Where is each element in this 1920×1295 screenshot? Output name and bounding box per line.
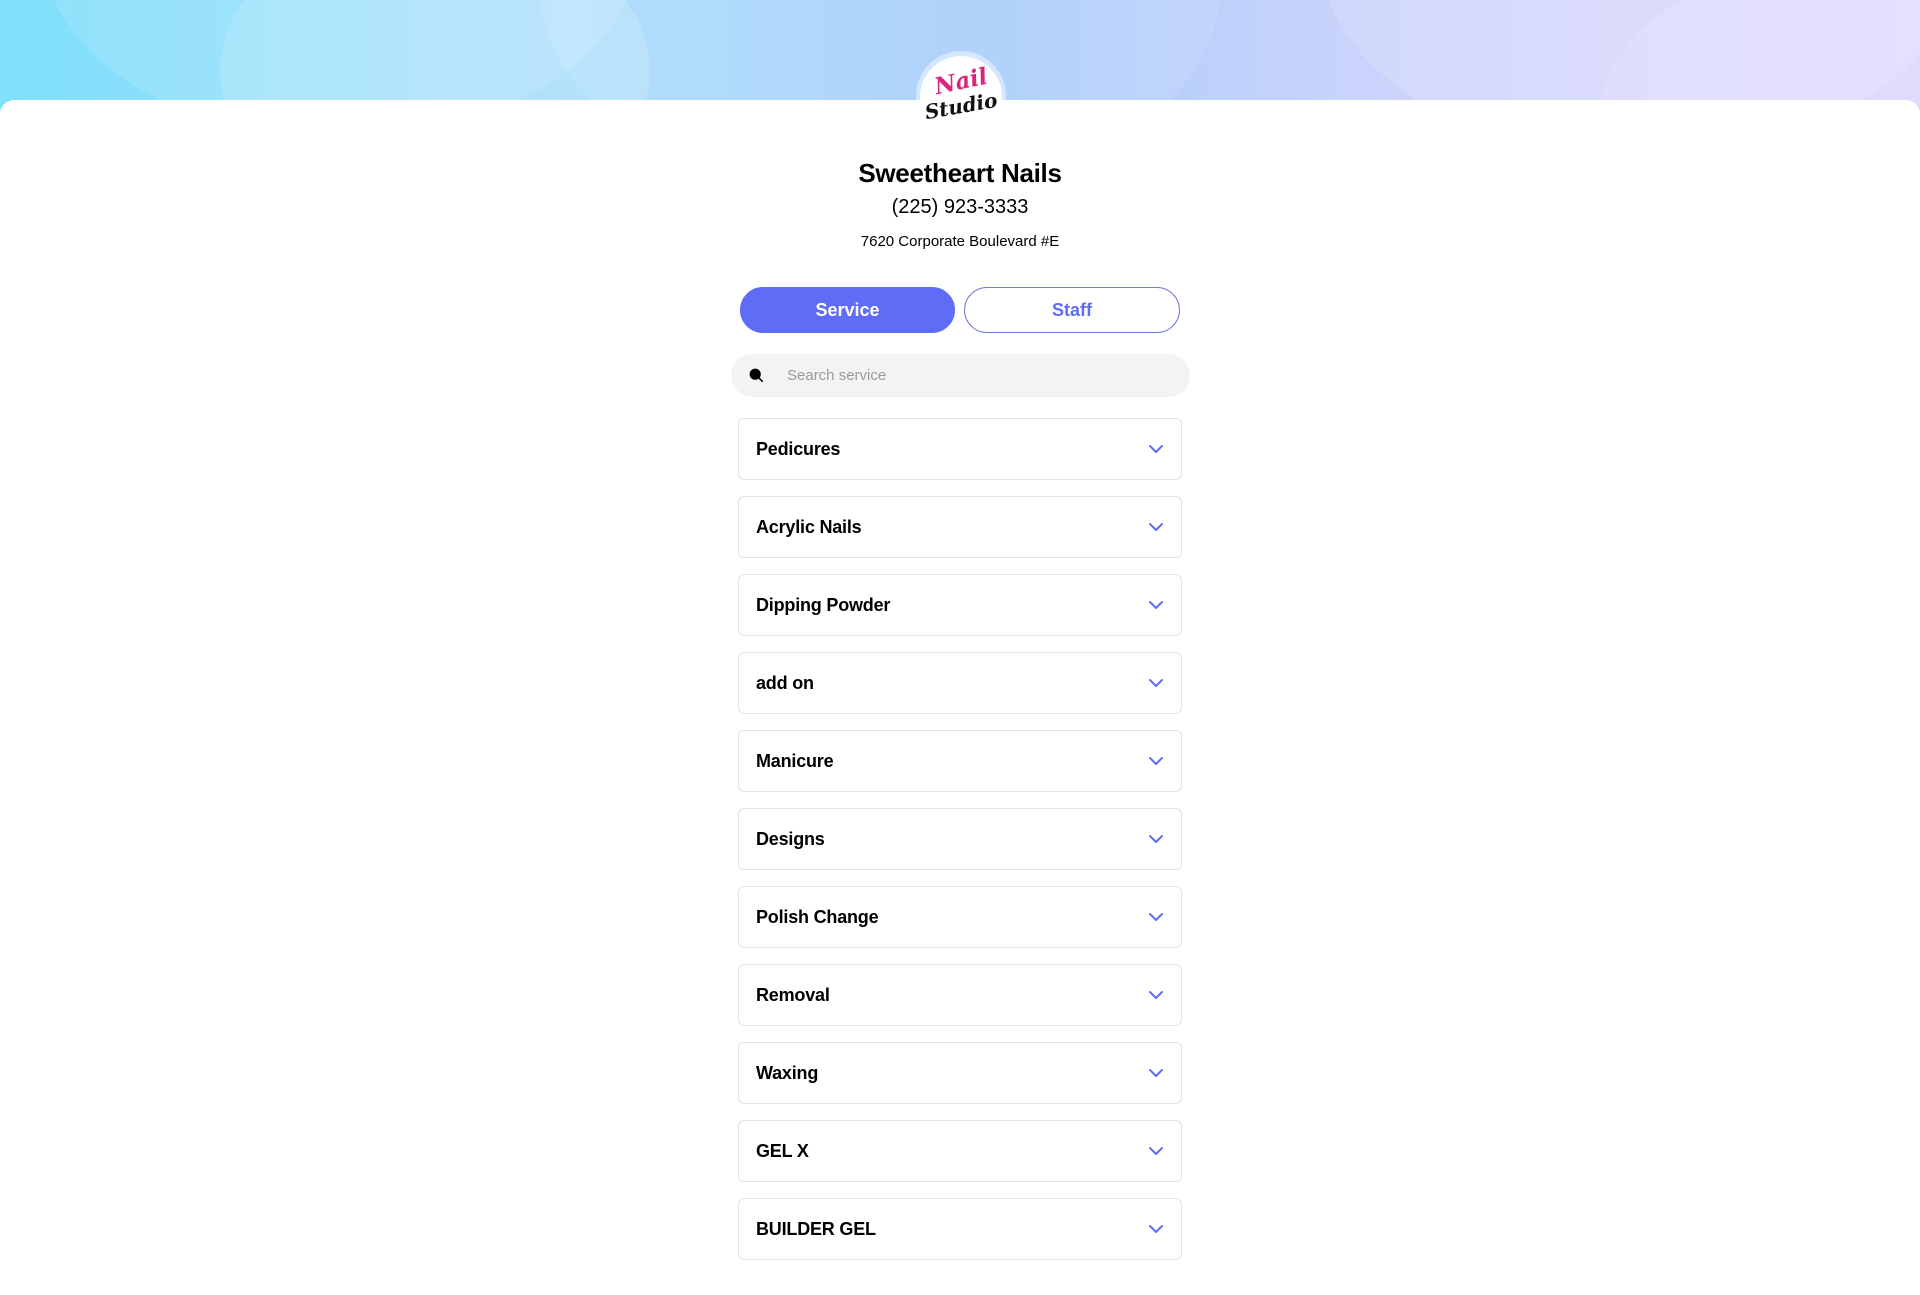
chevron-down-icon[interactable] xyxy=(1148,754,1164,768)
chevron-down-icon[interactable] xyxy=(1148,598,1164,612)
chevron-down-icon[interactable] xyxy=(1148,676,1164,690)
category-item[interactable]: Manicure xyxy=(738,730,1182,792)
search-bar xyxy=(731,354,1190,397)
search-icon[interactable] xyxy=(749,368,763,382)
category-item[interactable]: Waxing xyxy=(738,1042,1182,1104)
category-label: add on xyxy=(756,673,814,693)
tab-service[interactable]: Service xyxy=(740,287,955,333)
category-label: Pedicures xyxy=(756,439,841,459)
chevron-down-icon[interactable] xyxy=(1148,1222,1164,1236)
business-address: 7620 Corporate Boulevard #E xyxy=(860,233,1060,250)
business-phone: (225) 923-3333 xyxy=(891,196,1029,218)
category-label: GEL X xyxy=(756,1141,809,1161)
category-item[interactable]: add on xyxy=(738,652,1182,714)
category-item[interactable]: Dipping Powder xyxy=(738,574,1182,636)
category-label: BUILDER GEL xyxy=(756,1219,876,1239)
category-label: Dipping Powder xyxy=(756,595,891,615)
category-label: Designs xyxy=(756,829,825,849)
business-name: Sweetheart Nails xyxy=(858,158,1062,188)
search-input[interactable] xyxy=(787,354,1167,397)
category-label: Acrylic Nails xyxy=(756,517,862,537)
category-item[interactable]: GEL X xyxy=(738,1120,1182,1182)
business-logo: Nail Studio xyxy=(920,56,1002,138)
chevron-down-icon[interactable] xyxy=(1148,1144,1164,1158)
category-label: Waxing xyxy=(756,1063,819,1083)
category-label: Removal xyxy=(756,985,830,1005)
chevron-down-icon[interactable] xyxy=(1148,1066,1164,1080)
category-item[interactable]: Pedicures xyxy=(738,418,1182,480)
chevron-down-icon[interactable] xyxy=(1148,832,1164,846)
category-label: Manicure xyxy=(756,751,834,771)
chevron-down-icon[interactable] xyxy=(1148,442,1164,456)
category-item[interactable]: Acrylic Nails xyxy=(738,496,1182,558)
category-item[interactable]: BUILDER GEL xyxy=(738,1198,1182,1260)
chevron-down-icon[interactable] xyxy=(1148,910,1164,924)
chevron-down-icon[interactable] xyxy=(1148,520,1164,534)
tab-staff[interactable]: Staff xyxy=(964,287,1180,333)
category-item[interactable]: Polish Change xyxy=(738,886,1182,948)
category-item[interactable]: Removal xyxy=(738,964,1182,1026)
chevron-down-icon[interactable] xyxy=(1148,988,1164,1002)
category-item[interactable]: Designs xyxy=(738,808,1182,870)
category-label: Polish Change xyxy=(756,907,879,927)
